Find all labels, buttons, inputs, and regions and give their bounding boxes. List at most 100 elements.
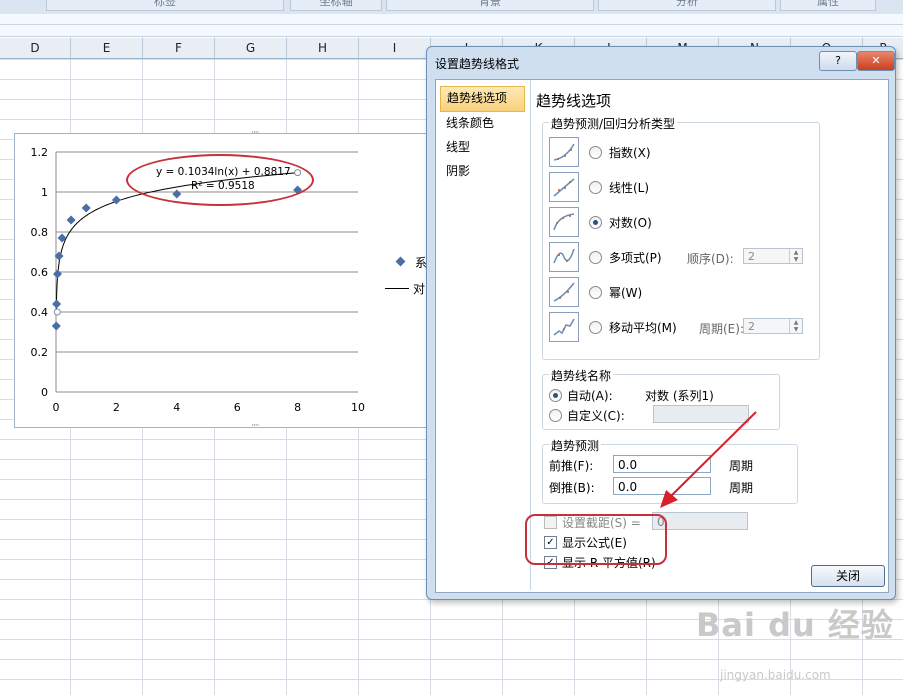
power-trend-icon bbox=[549, 277, 579, 307]
custom-name-input[interactable] bbox=[653, 405, 749, 423]
type-row-power[interactable]: 幂(W) bbox=[549, 277, 809, 307]
diamond-marker-icon bbox=[395, 256, 406, 267]
y-tick-label: 0 bbox=[41, 386, 48, 399]
column-header[interactable]: F bbox=[143, 38, 215, 58]
period-value: 2 bbox=[748, 320, 755, 333]
label-exponential: 指数(X) bbox=[609, 146, 651, 160]
moving-average-trend-icon bbox=[549, 312, 579, 342]
help-button[interactable]: ? bbox=[819, 51, 857, 71]
y-tick-label: 1 bbox=[41, 186, 48, 199]
exponential-trend-icon bbox=[549, 137, 579, 167]
spinner-arrows-icon[interactable]: ▲ ▼ bbox=[789, 319, 802, 333]
type-row-exponential[interactable]: 指数(X) bbox=[549, 137, 809, 167]
radio-name-custom[interactable] bbox=[549, 409, 562, 422]
ribbon-tab-axes[interactable]: 坐标轴 bbox=[290, 0, 382, 11]
period-label: 周期(E): bbox=[699, 322, 744, 336]
linear-trend-icon bbox=[549, 172, 579, 202]
section-heading: 趋势线选项 bbox=[536, 92, 612, 110]
radio-moving-average[interactable] bbox=[589, 321, 602, 334]
y-tick-label: 0.2 bbox=[31, 346, 49, 359]
label-polynomial: 多项式(P) bbox=[609, 251, 662, 265]
order-value: 2 bbox=[748, 250, 755, 263]
trendline-handle bbox=[53, 308, 61, 316]
ribbon-tab-properties[interactable]: 属性 bbox=[780, 0, 876, 11]
backward-label: 倒推(B): bbox=[549, 481, 595, 495]
highlight-ellipse bbox=[126, 154, 314, 206]
label-logarithmic: 对数(O) bbox=[609, 216, 652, 230]
y-tick-label: 1.2 bbox=[31, 146, 49, 159]
order-spinner[interactable]: 2 ▲ ▼ bbox=[743, 248, 803, 264]
label-power: 幂(W) bbox=[609, 286, 643, 300]
x-tick-label: 8 bbox=[294, 401, 301, 414]
baidu-watermark-logo: Bai du 经验 bbox=[696, 606, 894, 644]
nav-item-line-style[interactable]: 线型 bbox=[440, 136, 525, 160]
legend-label: 对 bbox=[413, 282, 426, 296]
forward-input[interactable]: 0.0 bbox=[613, 455, 711, 473]
y-tick-label: 0.8 bbox=[31, 226, 49, 239]
category-nav: 趋势线选项 线条颜色 线型 阴影 bbox=[440, 86, 525, 566]
type-row-logarithmic[interactable]: 对数(O) bbox=[549, 207, 809, 237]
type-row-polynomial[interactable]: 多项式(P) 顺序(D): 2 ▲ ▼ bbox=[549, 242, 809, 272]
dialog-title: 设置趋势线格式 bbox=[435, 57, 520, 71]
ribbon-tab-labels[interactable]: 标签 bbox=[46, 0, 284, 11]
group-label: 趋势线名称 bbox=[549, 367, 614, 384]
data-point[interactable] bbox=[81, 203, 91, 213]
x-tick-label: 2 bbox=[113, 401, 120, 414]
ribbon: 标签 坐标轴 背景 分析 属性 bbox=[0, 0, 903, 15]
data-point[interactable] bbox=[53, 269, 63, 279]
data-point[interactable] bbox=[111, 195, 121, 205]
polynomial-trend-icon bbox=[549, 242, 579, 272]
watermark-url: jingyan.baidu.com bbox=[720, 668, 831, 682]
ribbon-tab-background[interactable]: 背景 bbox=[386, 0, 594, 11]
period-spinner[interactable]: 2 ▲ ▼ bbox=[743, 318, 803, 334]
ribbon-tab-analysis[interactable]: 分析 bbox=[598, 0, 776, 11]
data-point[interactable] bbox=[51, 321, 61, 331]
y-tick-label: 0.4 bbox=[31, 306, 49, 319]
backward-input[interactable]: 0.0 bbox=[613, 477, 711, 495]
close-icon[interactable]: ✕ bbox=[857, 51, 895, 71]
group-label: 趋势预测 bbox=[549, 437, 602, 454]
name-auto-value: 对数 (系列1) bbox=[645, 389, 714, 403]
column-header[interactable]: D bbox=[0, 38, 71, 58]
close-button[interactable]: 关闭 bbox=[811, 565, 885, 587]
data-point[interactable] bbox=[52, 299, 62, 309]
forward-unit: 周期 bbox=[729, 459, 754, 473]
x-tick-label: 10 bbox=[351, 401, 365, 414]
x-tick-label: 0 bbox=[53, 401, 60, 414]
radio-logarithmic[interactable] bbox=[589, 216, 602, 229]
trendline-name-group: 趋势线名称 自动(A): 对数 (系列1) 自定义(C): bbox=[542, 367, 780, 430]
nav-item-shadow[interactable]: 阴影 bbox=[440, 160, 525, 184]
x-tick-label: 6 bbox=[234, 401, 241, 414]
nav-item-line-color[interactable]: 线条颜色 bbox=[440, 112, 525, 136]
formula-bar[interactable] bbox=[0, 14, 903, 37]
radio-exponential[interactable] bbox=[589, 146, 602, 159]
column-header[interactable]: H bbox=[287, 38, 359, 58]
logarithmic-trend-icon bbox=[549, 207, 579, 237]
type-row-moving-average[interactable]: 移动平均(M) 周期(E): 2 ▲ ▼ bbox=[549, 312, 809, 342]
radio-power[interactable] bbox=[589, 286, 602, 299]
label-moving-average: 移动平均(M) bbox=[609, 321, 677, 335]
radio-linear[interactable] bbox=[589, 181, 602, 194]
line-marker-icon bbox=[385, 288, 409, 289]
label-name-auto: 自动(A): bbox=[567, 389, 613, 403]
data-point[interactable] bbox=[66, 215, 76, 225]
group-label: 趋势预测/回归分析类型 bbox=[549, 115, 678, 132]
regression-type-group: 趋势预测/回归分析类型 指数(X) 线性(L) 对数(O) 多项式(P) 顺序(… bbox=[542, 115, 820, 360]
type-row-linear[interactable]: 线性(L) bbox=[549, 172, 809, 202]
radio-polynomial[interactable] bbox=[589, 251, 602, 264]
label-name-custom: 自定义(C): bbox=[567, 409, 625, 423]
divider bbox=[530, 80, 531, 590]
nav-item-trendline-options[interactable]: 趋势线选项 bbox=[440, 86, 525, 112]
label-linear: 线性(L) bbox=[609, 181, 650, 195]
column-header[interactable]: G bbox=[215, 38, 287, 58]
backward-unit: 周期 bbox=[729, 481, 754, 495]
forecast-group: 趋势预测 前推(F): 0.0 周期 倒推(B): 0.0 周期 bbox=[542, 437, 798, 504]
column-header[interactable]: E bbox=[71, 38, 143, 58]
highlight-box bbox=[525, 514, 667, 565]
forward-label: 前推(F): bbox=[549, 459, 594, 473]
x-tick-label: 4 bbox=[173, 401, 180, 414]
radio-name-auto[interactable] bbox=[549, 389, 562, 402]
y-tick-label: 0.6 bbox=[31, 266, 49, 279]
spinner-arrows-icon[interactable]: ▲ ▼ bbox=[789, 249, 802, 263]
column-header[interactable]: I bbox=[359, 38, 431, 58]
